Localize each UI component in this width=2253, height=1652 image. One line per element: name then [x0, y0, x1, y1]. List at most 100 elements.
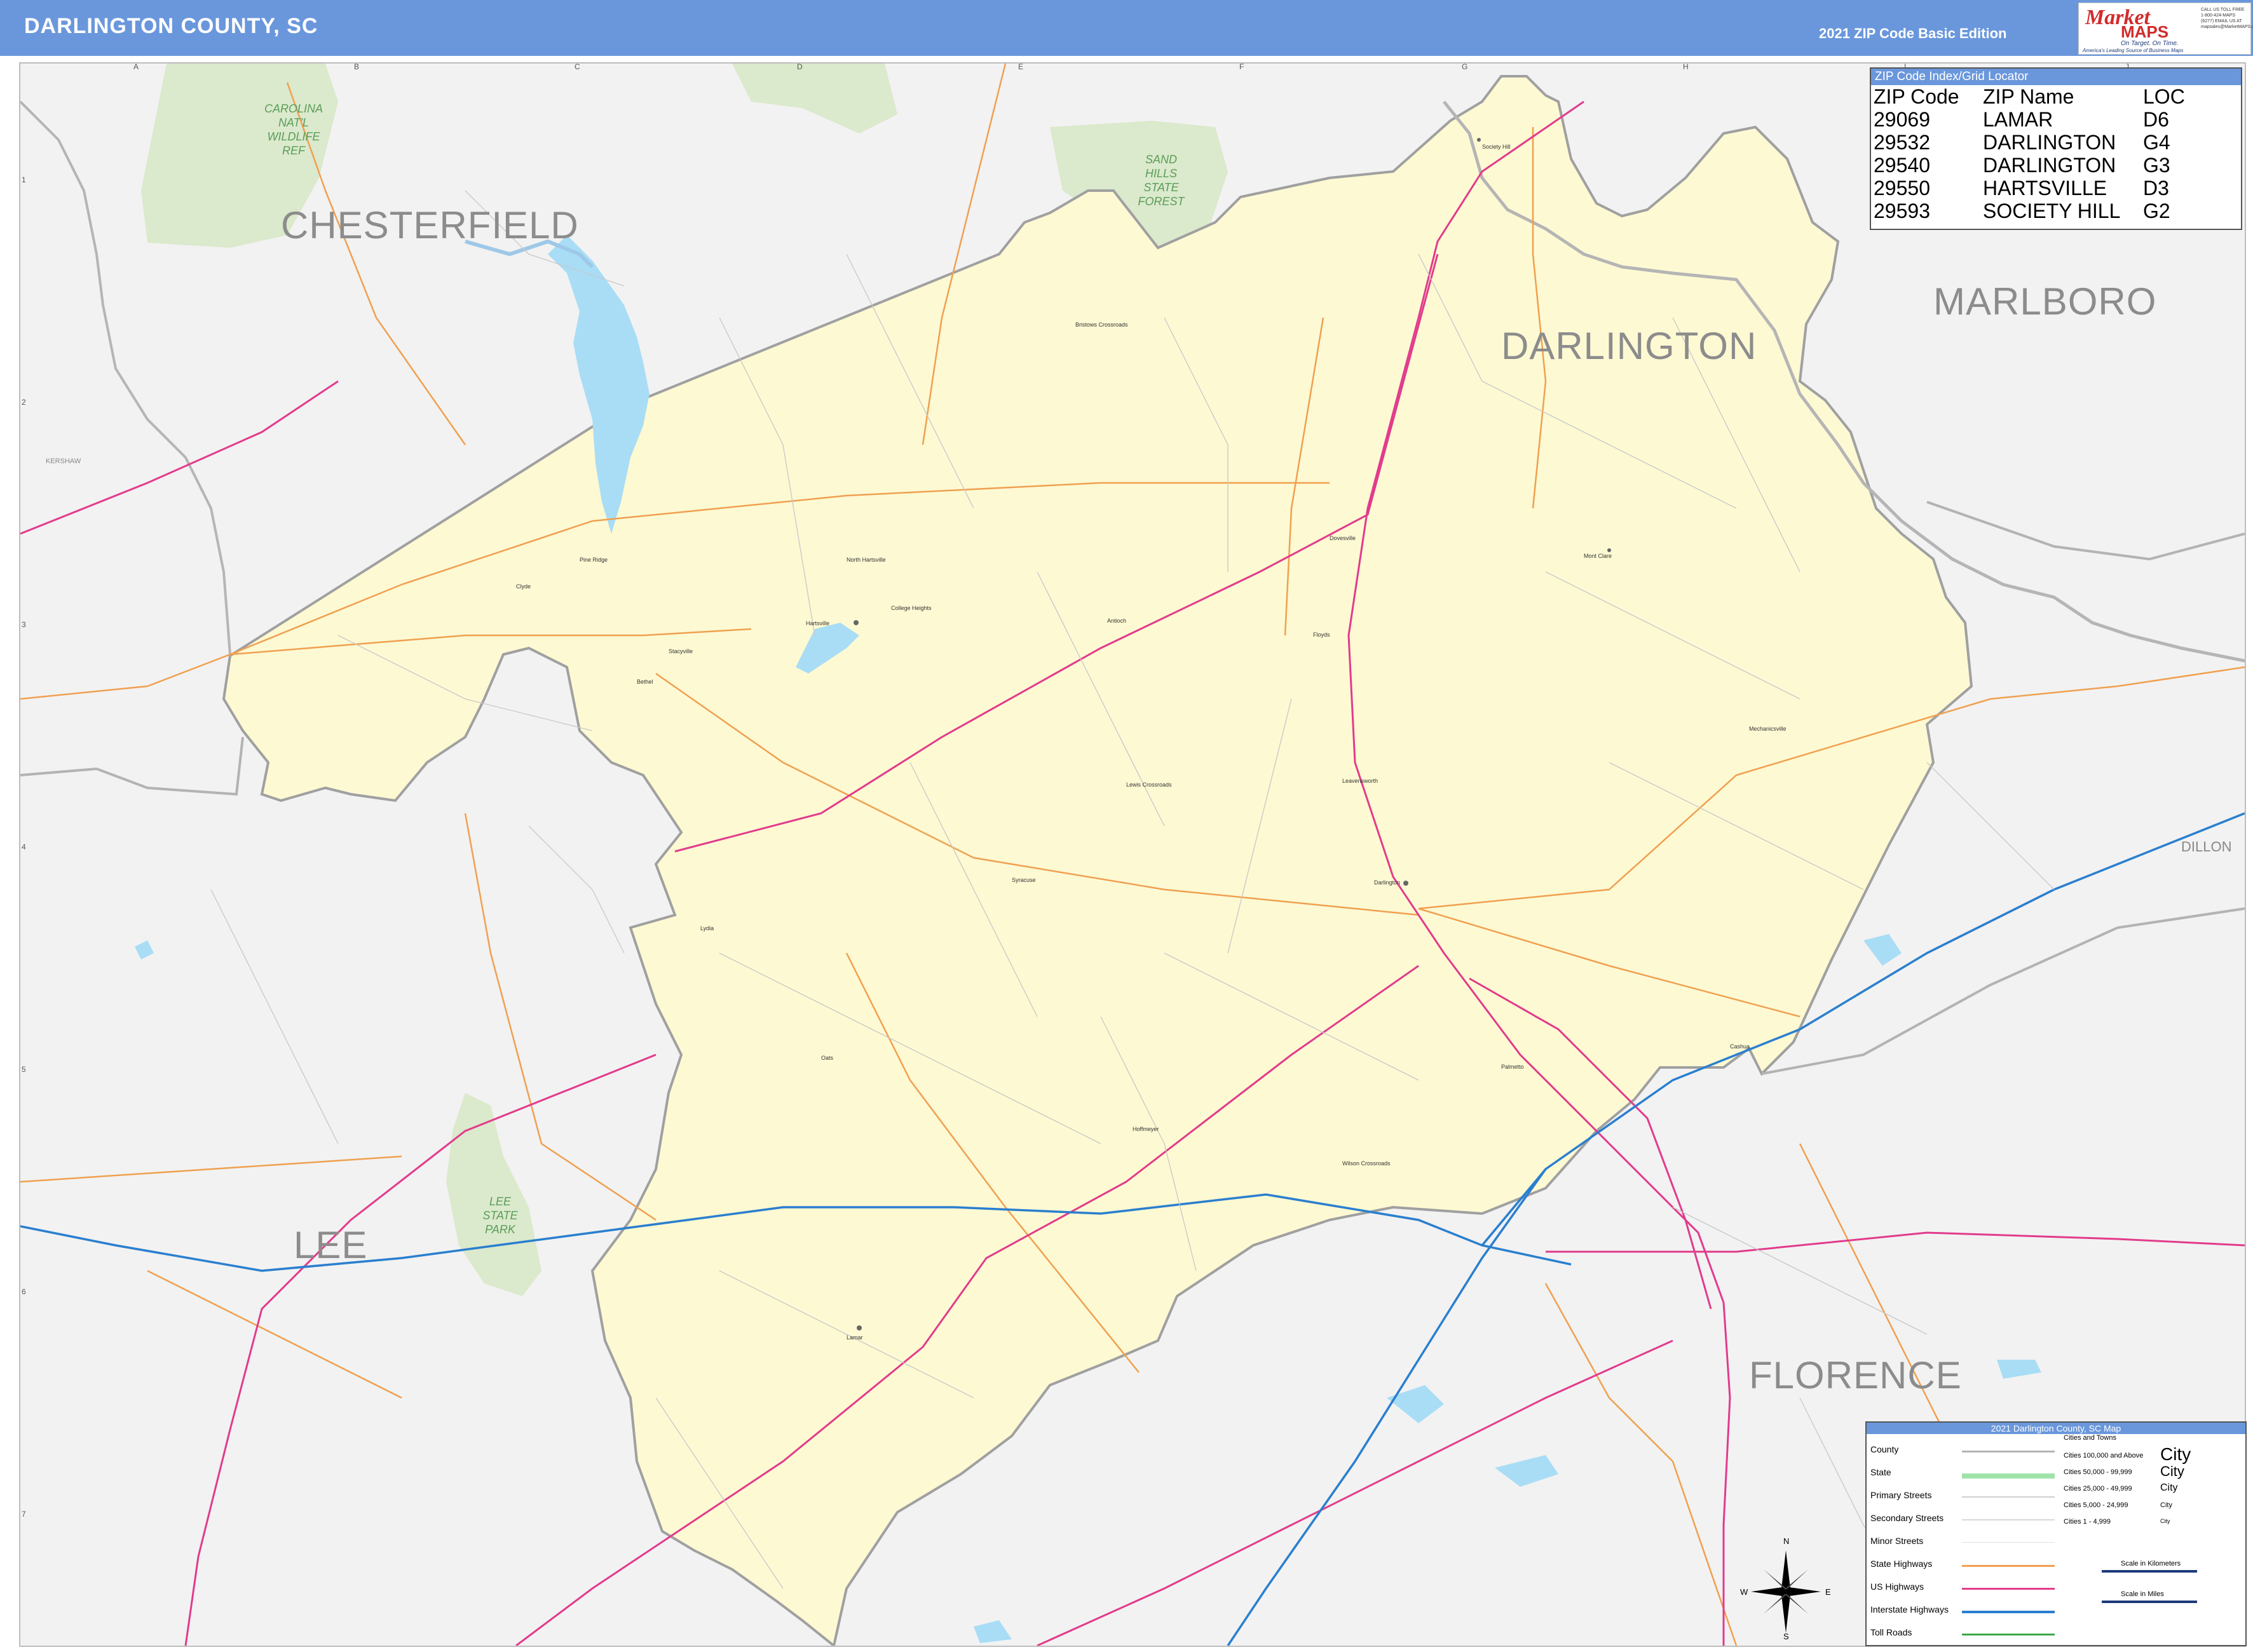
legend-city-range: Cities 50,000 - 99,999	[2064, 1468, 2132, 1476]
zip-index-title: ZIP Code Index/Grid Locator	[1871, 69, 2241, 85]
town-lewis-crossroads: Lewis Crossroads	[1126, 782, 1172, 788]
table-row[interactable]: 29069 LAMAR D6	[1874, 108, 2185, 131]
header-bar: DARLINGTON COUNTY, SC 2021 ZIP Code Basi…	[0, 0, 2253, 56]
grid-letter-f-top: F	[1239, 62, 1244, 71]
county-label-florence: FLORENCE	[1749, 1354, 1962, 1397]
legend-scale-mi: Scale in Miles	[2121, 1590, 2164, 1598]
table-row[interactable]: 29550 HARTSVILLE D3	[1874, 177, 2185, 200]
market-maps-logo[interactable]: Market MAPS On Target. On Time. America'…	[2078, 3, 2253, 55]
legend-cities-title: Cities and Towns	[2064, 1434, 2116, 1442]
county-label-kershaw: KERSHAW	[46, 457, 81, 465]
park-label-lee-park: LEE STATE PARK	[482, 1195, 518, 1236]
zip-table-header: ZIP Code ZIP Name LOC	[1874, 85, 2185, 108]
legend-city-sample: City	[2160, 1463, 2184, 1479]
zip-name: DARLINGTON	[1983, 131, 2116, 154]
legend-title: 2021 Darlington County, SC Map	[1867, 1423, 2245, 1434]
park-label-sand-hills: SAND HILLS STATE FOREST	[1138, 153, 1185, 208]
compass-west: W	[1740, 1587, 1748, 1597]
grid-letter-g-top: G	[1462, 62, 1468, 71]
zip-code: 29069	[1874, 108, 1930, 131]
town-floyds: Floyds	[1313, 632, 1330, 638]
grid-letter-e-top: E	[1018, 62, 1024, 71]
legend-state-line	[1962, 1473, 2055, 1479]
county-label-darlington: DARLINGTON	[1501, 325, 1757, 367]
logo-subtitle: America's Leading Source of Business Map…	[2083, 48, 2184, 53]
legend-city-range: Cities 100,000 and Above	[2064, 1452, 2144, 1459]
legend-state-hwy-label: State Highways	[1870, 1559, 1933, 1569]
town-oats: Oats	[821, 1055, 834, 1061]
town-mechanicsville: Mechanicsville	[1749, 726, 1787, 732]
county-label-dillon: DILLON	[2181, 839, 2232, 855]
legend-county-line	[1962, 1451, 2055, 1452]
legend-secondary-label: Secondary Streets	[1870, 1513, 1944, 1523]
county-label-marlboro: MARLBORO	[1933, 280, 2157, 323]
table-row[interactable]: 29532 DARLINGTON G4	[1874, 131, 2185, 154]
compass-south: S	[1783, 1632, 1789, 1641]
logo-contact: CALL US TOLL FREE 1-800-424-MAPS (6277) …	[2201, 8, 2253, 29]
legend-us-hwy-label: US Highways	[1870, 1581, 1924, 1592]
map-legend: 2021 Darlington County, SC Map County St…	[1865, 1421, 2247, 1646]
zip-code: 29550	[1874, 177, 1930, 200]
pond-3	[1495, 1455, 1558, 1487]
zip-loc: G4	[2143, 131, 2170, 154]
grid-letter-c-top: C	[575, 62, 580, 71]
legend-scale-km: Scale in Kilometers	[2121, 1560, 2181, 1567]
scale-bar-km	[2102, 1570, 2197, 1573]
grid-number-7: 7	[22, 1510, 26, 1519]
pond-6	[974, 1620, 1012, 1643]
zip-name: HARTSVILLE	[1983, 177, 2107, 200]
grid-number-2: 2	[22, 398, 26, 407]
legend-city-sample: City	[2160, 1518, 2170, 1524]
legend-state-hwy-line	[1962, 1565, 2055, 1567]
town-hartsville: Hartsville	[806, 620, 830, 626]
town-lamar: Lamar	[847, 1334, 863, 1341]
grid-number-5: 5	[22, 1065, 26, 1074]
legend-city-range: Cities 25,000 - 49,999	[2064, 1485, 2132, 1493]
table-row[interactable]: 29593 SOCIETY HILL G2	[1874, 200, 2185, 222]
sand-hills-forest-area-2	[732, 64, 897, 133]
legend-city-range: Cities 5,000 - 24,999	[2064, 1501, 2128, 1509]
legend-interstate-line	[1962, 1611, 2055, 1613]
pond-1	[1863, 934, 1902, 966]
zip-header-code: ZIP Code	[1874, 85, 1959, 108]
legend-minor-line	[1962, 1542, 2055, 1543]
legend-secondary-line	[1962, 1519, 2055, 1520]
legend-city-sample: City	[2160, 1482, 2178, 1493]
legend-minor-label: Minor Streets	[1870, 1536, 1924, 1546]
legend-toll-line	[1962, 1634, 2055, 1635]
edition-label: 2021 ZIP Code Basic Edition	[1819, 25, 2007, 41]
zip-code: 29593	[1874, 200, 1930, 222]
town-north-hartsville: North Hartsville	[847, 557, 886, 563]
zip-loc: G2	[2143, 200, 2170, 222]
legend-state-label: State	[1870, 1467, 1891, 1477]
map-canvas[interactable]: A B C D E F G H I J 1 2 3 4 5 6 7 CHESTE…	[19, 62, 2246, 1647]
grid-number-6: 6	[22, 1287, 26, 1296]
pond-5	[135, 940, 154, 959]
compass-rose-icon	[1751, 1550, 1821, 1633]
map-title: DARLINGTON COUNTY, SC	[24, 14, 318, 38]
grid-letter-b-top: B	[354, 62, 360, 71]
grid-letter-d-top: D	[797, 62, 803, 71]
logo-maps: MAPS	[2121, 22, 2169, 41]
town-bethel: Bethel	[637, 679, 653, 685]
grid-letter-h-top: H	[1683, 62, 1689, 71]
grid-number-3: 3	[22, 620, 26, 629]
legend-city-sample: City	[2160, 1444, 2191, 1464]
zip-header-name: ZIP Name	[1983, 85, 2074, 108]
darlington-county-shape	[222, 75, 1973, 1646]
town-pine-ridge: Pine Ridge	[580, 557, 608, 563]
town-stacyville: Stacyville	[669, 648, 693, 654]
zip-code: 29532	[1874, 131, 1930, 154]
zip-loc: G3	[2143, 154, 2170, 177]
county-label-chesterfield: CHESTERFIELD	[281, 204, 579, 247]
compass-east: E	[1825, 1587, 1831, 1597]
legend-toll-label: Toll Roads	[1870, 1627, 1912, 1637]
grid-number-4: 4	[22, 843, 26, 851]
table-row[interactable]: 29540 DARLINGTON G3	[1874, 154, 2185, 177]
town-society-hill: Society Hill	[1482, 144, 1511, 150]
town-clyde: Clyde	[516, 583, 531, 590]
town-cashua: Cashua	[1730, 1043, 1750, 1050]
town-syracuse: Syracuse	[1012, 877, 1036, 883]
grid-letter-a-top: A	[133, 62, 139, 71]
legend-us-hwy-line	[1962, 1588, 2055, 1590]
